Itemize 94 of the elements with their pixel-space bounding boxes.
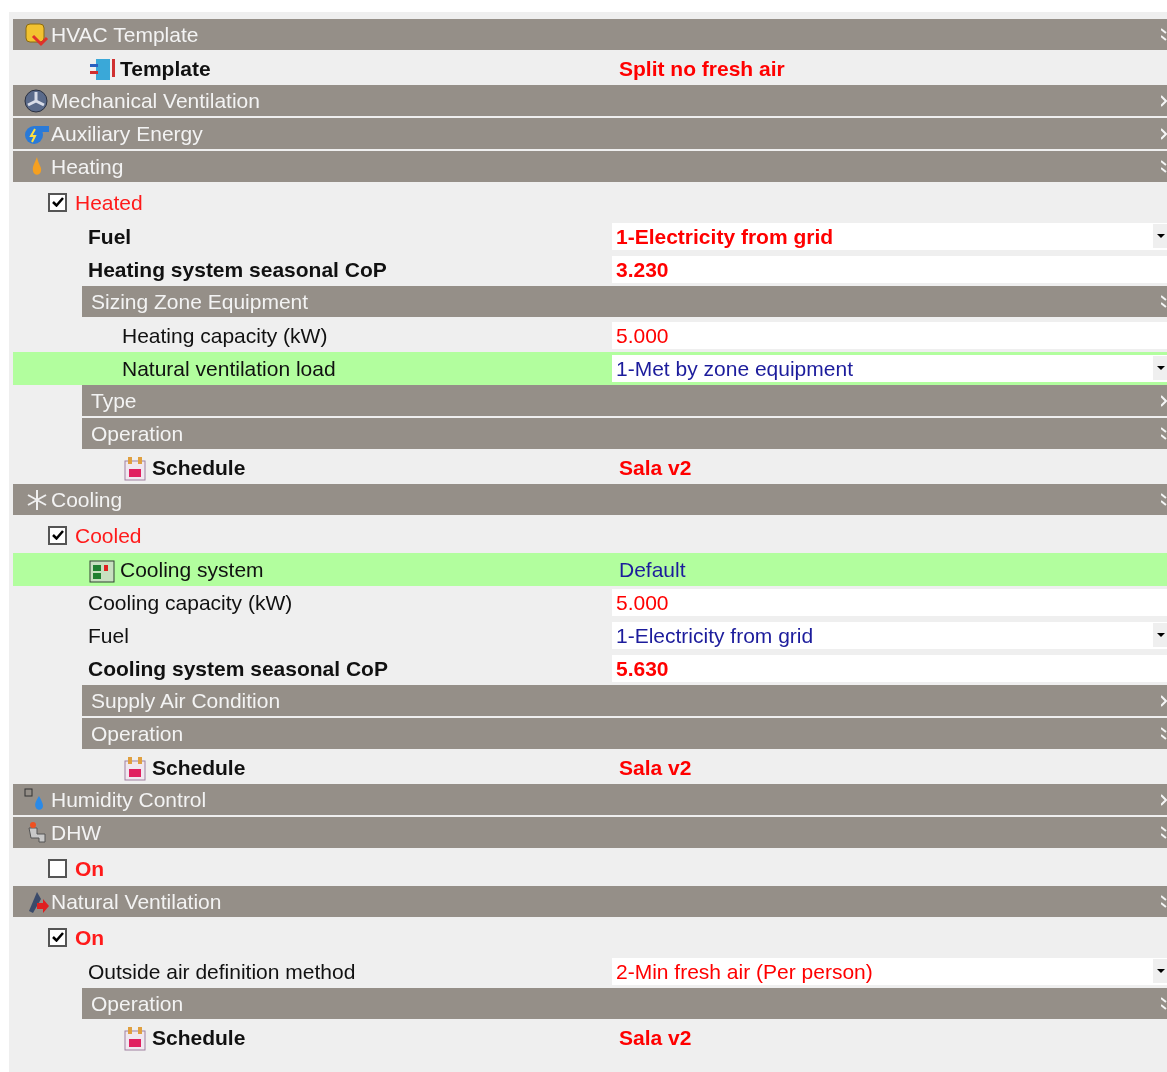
property-row[interactable]: Outside air definition method 2-Min fresh air (Per person) bbox=[13, 955, 1167, 988]
property-label: Natural ventilation load bbox=[122, 358, 336, 379]
check-icon bbox=[51, 932, 64, 942]
check-icon bbox=[51, 197, 64, 207]
checkbox[interactable] bbox=[48, 858, 67, 878]
property-row[interactable]: Heating capacity (kW) 5.000 bbox=[13, 319, 1167, 352]
section-title: Operation bbox=[91, 723, 184, 744]
double-chevron-right-icon[interactable] bbox=[1161, 695, 1167, 707]
property-label: Cooling system bbox=[120, 559, 264, 580]
section-header[interactable]: Mechanical Ventilation bbox=[13, 85, 1167, 116]
section-header[interactable]: HVAC Template bbox=[13, 19, 1167, 50]
section-title: Sizing Zone Equipment bbox=[91, 291, 309, 312]
check-icon bbox=[51, 530, 64, 540]
section-title: Type bbox=[91, 390, 137, 411]
value-field[interactable]: 3.230 bbox=[612, 256, 1167, 283]
property-row[interactable]: Cooling capacity (kW) 5.000 bbox=[13, 586, 1167, 619]
section-header[interactable]: Type bbox=[82, 385, 1167, 416]
property-row[interactable]: Cooling system seasonal CoP 5.630 bbox=[13, 652, 1167, 685]
section-header[interactable]: Operation bbox=[82, 718, 1167, 749]
dropdown-field[interactable]: 1-Met by zone equipment bbox=[612, 355, 1167, 382]
section-title: Operation bbox=[91, 423, 184, 444]
double-chevron-down-icon[interactable] bbox=[1161, 426, 1167, 442]
dropdown-field[interactable]: 1-Electricity from grid bbox=[612, 223, 1167, 250]
section-title: HVAC Template bbox=[51, 24, 199, 45]
section-header[interactable]: Operation bbox=[82, 988, 1167, 1019]
section-title: Humidity Control bbox=[51, 789, 207, 810]
property-row[interactable]: Schedule Sala v2 bbox=[13, 1021, 1167, 1054]
section-title: Cooling bbox=[51, 489, 123, 510]
template-icon bbox=[23, 21, 51, 48]
double-chevron-down-icon[interactable] bbox=[1161, 294, 1167, 310]
section-header[interactable]: Humidity Control bbox=[13, 784, 1167, 815]
checkbox-label: On bbox=[75, 857, 105, 879]
property-label: Outside air definition method bbox=[88, 961, 356, 982]
dropdown-field[interactable]: 1-Electricity from grid bbox=[612, 622, 1167, 649]
section-header[interactable]: Cooling bbox=[13, 484, 1167, 515]
value-field[interactable]: 5.000 bbox=[612, 322, 1167, 349]
section-header[interactable]: Auxiliary Energy bbox=[13, 118, 1167, 149]
double-chevron-down-icon[interactable] bbox=[1161, 894, 1167, 910]
double-chevron-down-icon[interactable] bbox=[1161, 27, 1167, 43]
checkbox[interactable] bbox=[48, 192, 67, 212]
double-chevron-down-icon[interactable] bbox=[1161, 726, 1167, 742]
section-header[interactable]: Sizing Zone Equipment bbox=[82, 286, 1167, 317]
checkbox[interactable] bbox=[48, 525, 67, 545]
property-label: Cooling system seasonal CoP bbox=[88, 658, 388, 679]
property-value: Sala v2 bbox=[619, 457, 692, 478]
highlighted-property-row[interactable]: Natural ventilation load 1-Met by zone equipment bbox=[13, 352, 1167, 385]
checkbox-label: Cooled bbox=[75, 524, 142, 546]
property-label: Cooling capacity (kW) bbox=[88, 592, 293, 613]
double-chevron-down-icon[interactable] bbox=[1161, 492, 1167, 508]
highlighted-property-row[interactable]: Cooling system Default bbox=[13, 553, 1167, 586]
section-title: DHW bbox=[51, 822, 102, 843]
section-title: Operation bbox=[91, 993, 184, 1014]
double-chevron-right-icon[interactable] bbox=[1161, 128, 1167, 140]
double-chevron-down-icon[interactable] bbox=[1161, 159, 1167, 175]
property-row[interactable]: Heating system seasonal CoP 3.230 bbox=[13, 253, 1167, 286]
property-label: Heating system seasonal CoP bbox=[88, 259, 387, 280]
value-field[interactable]: 5.630 bbox=[612, 655, 1167, 682]
value-field[interactable]: 5.000 bbox=[612, 589, 1167, 616]
property-row[interactable]: Schedule Sala v2 bbox=[13, 451, 1167, 484]
double-chevron-right-icon[interactable] bbox=[1161, 794, 1167, 806]
checkbox[interactable] bbox=[48, 927, 67, 947]
property-row[interactable]: Schedule Sala v2 bbox=[13, 751, 1167, 784]
property-row[interactable]: Fuel 1-Electricity from grid bbox=[13, 220, 1167, 253]
fan-icon bbox=[23, 87, 51, 114]
section-title: Mechanical Ventilation bbox=[51, 90, 260, 111]
property-label: Fuel bbox=[88, 226, 132, 247]
section-header[interactable]: Heating bbox=[13, 151, 1167, 182]
section-header[interactable]: DHW bbox=[13, 817, 1167, 848]
property-label: Schedule bbox=[152, 757, 246, 778]
section-title: Heating bbox=[51, 156, 124, 177]
property-value: Split no fresh air bbox=[619, 58, 785, 79]
property-row[interactable]: Template Split no fresh air bbox=[13, 52, 1167, 85]
double-chevron-down-icon[interactable] bbox=[1161, 996, 1167, 1012]
property-row[interactable]: Fuel 1-Electricity from grid bbox=[13, 619, 1167, 652]
property-value: Default bbox=[619, 559, 686, 580]
dropdown-field[interactable]: 2-Min fresh air (Per person) bbox=[612, 958, 1167, 985]
property-label: Schedule bbox=[152, 1027, 246, 1048]
double-chevron-right-icon[interactable] bbox=[1161, 95, 1167, 107]
property-label: Schedule bbox=[152, 457, 246, 478]
checkbox-label: On bbox=[75, 926, 105, 948]
section-title: Natural Ventilation bbox=[51, 891, 222, 912]
property-label: Template bbox=[120, 58, 211, 79]
section-title: Auxiliary Energy bbox=[51, 123, 203, 144]
property-label: Heating capacity (kW) bbox=[122, 325, 328, 346]
double-chevron-down-icon[interactable] bbox=[1161, 825, 1167, 841]
property-label: Fuel bbox=[88, 625, 129, 646]
section-title: Supply Air Condition bbox=[91, 690, 281, 711]
checkbox-label: Heated bbox=[75, 191, 143, 213]
section-header[interactable]: Supply Air Condition bbox=[82, 685, 1167, 716]
property-value: Sala v2 bbox=[619, 1027, 692, 1048]
section-header[interactable]: Natural Ventilation bbox=[13, 886, 1167, 917]
double-chevron-right-icon[interactable] bbox=[1161, 395, 1167, 407]
section-header[interactable]: Operation bbox=[82, 418, 1167, 449]
property-value: Sala v2 bbox=[619, 757, 692, 778]
